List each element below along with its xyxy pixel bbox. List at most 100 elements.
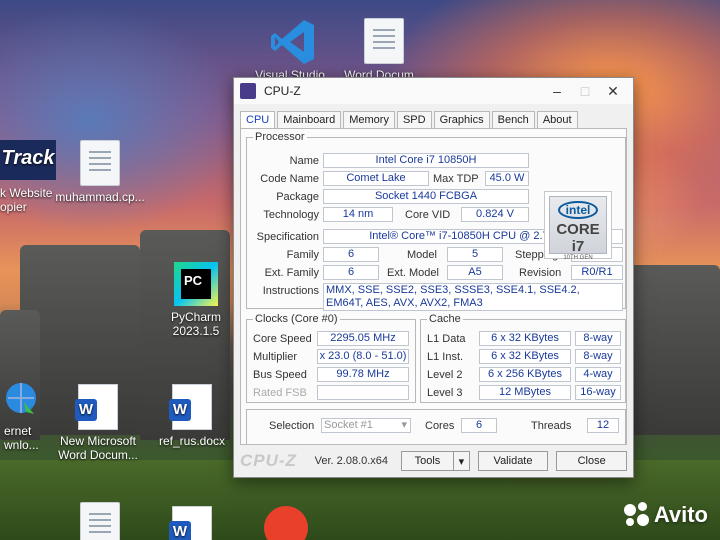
validate-button[interactable]: Validate xyxy=(477,451,549,471)
avito-text: Avito xyxy=(653,502,708,527)
level2-way: 4-way xyxy=(575,367,621,382)
desktop-icon-word-bottom[interactable]: W xyxy=(146,506,238,540)
globe-icon xyxy=(4,380,38,420)
instructions-value: MMX, SSE, SSE2, SSE3, SSSE3, SSE4.1, SSE… xyxy=(323,283,623,311)
desktop-icon-muhammad-cpp[interactable]: muhammad.cp... xyxy=(54,140,146,204)
tab-cpu[interactable]: CPU xyxy=(240,111,276,128)
extfamily-label: Ext. Family xyxy=(264,267,319,279)
version-text: Ver. 2.08.0.x64 xyxy=(314,455,389,467)
pdf-icon xyxy=(264,506,308,540)
cache-legend: Cache xyxy=(429,313,461,325)
corespeed-label: Core Speed xyxy=(253,333,312,345)
desktop-icon-label: New Microsoft Word Docum... xyxy=(58,434,138,462)
codename-value: Comet Lake xyxy=(323,171,429,186)
corevid-label: Core VID xyxy=(405,209,451,221)
codename-label: Code Name xyxy=(260,173,319,185)
model-label: Model xyxy=(407,249,437,261)
desktop-icon-new-word-document[interactable]: W New Microsoft Word Docum... xyxy=(52,384,144,462)
tdp-value: 45.0 W xyxy=(485,171,529,186)
package-label: Package xyxy=(276,191,319,203)
tab-about[interactable]: About xyxy=(536,111,578,128)
pycharm-icon: PC xyxy=(174,262,218,306)
visual-studio-icon xyxy=(270,18,314,64)
tdp-label: Max TDP xyxy=(433,173,479,185)
word-icon: W xyxy=(169,384,212,430)
socket-select[interactable]: Socket #1 ▾ xyxy=(321,418,411,433)
word-icon: W xyxy=(169,506,212,540)
desktop-icon-pdf-bottom[interactable] xyxy=(240,506,332,540)
chevron-down-icon: ▾ xyxy=(401,419,407,431)
extmodel-value: A5 xyxy=(447,265,503,280)
cpuz-app-icon xyxy=(240,83,256,99)
window-title: CPU-Z xyxy=(264,84,301,98)
instructions-label: Instructions xyxy=(262,285,319,297)
ratedfsb-label: Rated FSB xyxy=(253,387,307,399)
avito-watermark: Avito xyxy=(623,502,708,528)
desktop-icon-pycharm[interactable]: PC PyCharm 2023.1.5 xyxy=(150,262,242,338)
tools-button[interactable]: Tools xyxy=(400,451,454,471)
title-bar[interactable]: CPU-Z – □ ✕ xyxy=(234,78,633,104)
technology-label: Technology xyxy=(263,209,319,221)
desktop-icon-label: ref_rus.docx xyxy=(158,434,226,448)
minimize-icon[interactable]: – xyxy=(543,83,571,99)
standing-stone xyxy=(630,265,720,435)
close-button[interactable]: Close xyxy=(556,451,627,471)
cpuz-window[interactable]: CPU-Z – □ ✕ CPU Mainboard Memory SPD Gra… xyxy=(233,77,634,478)
level2-label: Level 2 xyxy=(427,369,463,381)
corespeed-value: 2295.05 MHz xyxy=(317,331,409,346)
cache-group: Cache L1 Data 6 x 32 KBytes 8-way L1 Ins… xyxy=(420,313,626,403)
revision-value: R0/R1 xyxy=(571,265,623,280)
document-icon xyxy=(80,502,120,540)
desktop-icon-ref-rus[interactable]: W ref_rus.docx xyxy=(146,384,238,448)
multiplier-label: Multiplier xyxy=(253,351,298,363)
revision-label: Revision xyxy=(519,267,562,279)
desktop-icon-label: muhammad.cp... xyxy=(55,190,145,204)
multiplier-value: x 23.0 (8.0 - 51.0) xyxy=(317,349,409,364)
document-icon xyxy=(364,18,404,64)
tab-bench[interactable]: Bench xyxy=(491,111,535,128)
busspeed-value: 99.78 MHz xyxy=(317,367,409,382)
footer-bar: CPU-Z Ver. 2.08.0.x64 Tools ▾ Validate C… xyxy=(234,445,633,477)
selection-label: Selection xyxy=(269,420,315,432)
avito-logo-icon xyxy=(623,502,650,528)
family-label: Family xyxy=(286,249,319,261)
level3-way: 16-way xyxy=(575,385,621,400)
busspeed-label: Bus Speed xyxy=(253,369,307,381)
cpu-panel: Processor Name Intel Core i7 10850H Code… xyxy=(240,128,627,445)
desktop-icon-visual-studio[interactable]: Visual Studio xyxy=(244,18,336,82)
close-icon[interactable]: ✕ xyxy=(599,83,627,100)
tab-mainboard[interactable]: Mainboard xyxy=(277,111,342,128)
l1inst-label: L1 Inst. xyxy=(427,351,464,363)
cores-label: Cores xyxy=(425,420,455,432)
desktop-icon-label: PyCharm 2023.1.5 xyxy=(170,310,221,338)
name-value: Intel Core i7 10850H xyxy=(323,153,529,168)
family-value: 6 xyxy=(323,247,379,262)
l1inst-value: 6 x 32 KBytes xyxy=(479,349,571,364)
tools-dropdown-icon[interactable]: ▾ xyxy=(453,451,470,471)
word-icon: W xyxy=(75,384,118,430)
l1inst-way: 8-way xyxy=(575,349,621,364)
tab-spd[interactable]: SPD xyxy=(396,111,432,128)
tab-bar: CPU Mainboard Memory SPD Graphics Bench … xyxy=(234,104,633,128)
processor-legend: Processor xyxy=(255,131,305,143)
l1data-way: 8-way xyxy=(575,331,621,346)
level3-label: Level 3 xyxy=(427,387,463,399)
desktop-icon-website-copier[interactable]: Track k Website opier xyxy=(0,140,62,214)
intel-core-i7-logo: intel CORE i7 10TH GEN xyxy=(544,191,612,261)
level2-value: 6 x 256 KBytes xyxy=(479,367,571,382)
track-icon: Track xyxy=(0,140,56,180)
name-label: Name xyxy=(289,155,319,167)
desktop-icon-internet-download[interactable]: ernet wnlo... xyxy=(0,380,56,452)
model-value: 5 xyxy=(447,247,503,262)
tab-memory[interactable]: Memory xyxy=(343,111,395,128)
maximize-icon[interactable]: □ xyxy=(571,83,599,99)
extmodel-label: Ext. Model xyxy=(387,267,439,279)
document-icon xyxy=(80,140,120,186)
level3-value: 12 MBytes xyxy=(479,385,571,400)
threads-label: Threads xyxy=(531,420,572,432)
desktop-icon-document-bottom[interactable] xyxy=(54,502,146,540)
clocks-group: Clocks (Core #0) Core Speed 2295.05 MHz … xyxy=(246,313,416,403)
l1data-label: L1 Data xyxy=(427,333,466,345)
desktop-icon-word-document[interactable]: Word Docum... xyxy=(338,18,430,82)
tab-graphics[interactable]: Graphics xyxy=(433,111,490,128)
